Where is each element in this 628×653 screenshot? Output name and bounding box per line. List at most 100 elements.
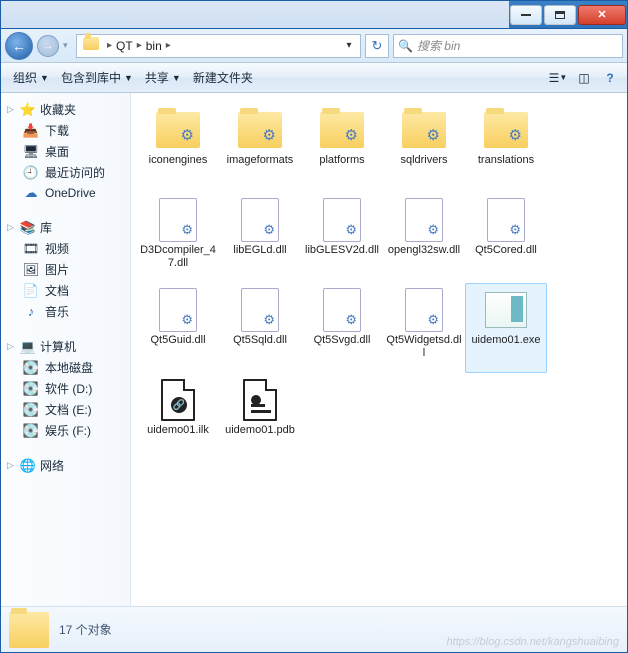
file-item[interactable]: ⚙translations [465,103,547,193]
sidebar-item-documents[interactable]: 📄文档 [3,280,128,301]
file-label: Qt5Svgd.dll [314,334,371,347]
maximize-button[interactable] [544,5,576,25]
file-item[interactable]: ⚙platforms [301,103,383,193]
address-dropdown[interactable]: ▾ [340,40,358,51]
share-button[interactable]: 共享▼ [139,66,187,89]
sidebar-item-drive-c[interactable]: 💽本地磁盘 [3,357,128,378]
star-icon: ⭐ [20,102,36,118]
file-icon: ⚙ [154,108,202,152]
file-label: uidemo01.exe [471,334,540,347]
file-icon [236,378,284,422]
sidebar-item-drive-e[interactable]: 💽文档 (E:) [3,399,128,420]
file-icon: ⚙ [236,288,284,332]
search-icon: 🔍 [398,39,413,53]
file-icon: 🔗 [154,378,202,422]
new-folder-button[interactable]: 新建文件夹 [187,66,259,89]
file-label: D3Dcompiler_47.dll [140,244,216,270]
sidebar-item-drive-d[interactable]: 💽软件 (D:) [3,378,128,399]
explorer-window: ✕ ← → ▾ ▸ QT ▸ bin ▸ ▾ ↻ 🔍 搜索 bin 组织▼ 包含… [0,0,628,653]
sidebar-network-head[interactable]: ▷🌐网络 [3,455,128,476]
sidebar-favorites-head[interactable]: ▷⭐收藏夹 [3,99,128,120]
file-icon: ⚙ [318,288,366,332]
file-icon: ⚙ [154,288,202,332]
sidebar-item-pictures[interactable]: 🖼图片 [3,259,128,280]
video-icon: 🎞 [23,241,39,257]
file-icon: ⚙ [482,198,530,242]
breadcrumb-seg[interactable]: bin [144,39,164,53]
organize-button[interactable]: 组织▼ [7,66,55,89]
nav-forward-button[interactable]: → [37,35,59,57]
body: ▷⭐收藏夹 📥下载 🖥桌面 🕘最近访问的 ☁OneDrive ▷📚库 🎞视频 🖼… [1,93,627,606]
title-spacer [1,1,509,28]
sidebar-item-music[interactable]: ♪音乐 [3,301,128,322]
file-label: Qt5Widgetsd.dll [386,334,462,360]
desktop-icon: 🖥 [23,144,39,160]
search-box[interactable]: 🔍 搜索 bin [393,34,623,58]
file-icon: ⚙ [318,198,366,242]
file-item[interactable]: ⚙ Qt5Guid.dll [137,283,219,373]
sidebar-item-downloads[interactable]: 📥下载 [3,120,128,141]
file-item[interactable]: ⚙Qt5Cored.dll [465,193,547,283]
file-icon [482,288,530,332]
music-icon: ♪ [23,304,39,320]
search-placeholder: 搜索 bin [417,37,460,54]
file-label: imageformats [227,154,294,167]
address-bar[interactable]: ▸ QT ▸ bin ▸ ▾ [76,34,361,58]
library-icon: 📚 [20,220,36,236]
file-item[interactable]: ⚙ libGLESV2d.dll [301,193,383,283]
navbar: ← → ▾ ▸ QT ▸ bin ▸ ▾ ↻ 🔍 搜索 bin [1,29,627,63]
folder-icon [9,612,49,648]
file-item[interactable]: ⚙imageformats [219,103,301,193]
file-item[interactable]: ⚙ Qt5Svgd.dll [301,283,383,373]
status-count: 17 个对象 [59,621,112,638]
download-icon: 📥 [23,123,39,139]
onedrive-icon: ☁ [23,185,39,201]
doc-icon: 📄 [23,283,39,299]
file-item[interactable]: 🔗uidemo01.ilk [137,373,219,463]
file-item[interactable]: uidemo01.exe [465,283,547,373]
file-item[interactable]: ⚙ Qt5Sqld.dll [219,283,301,373]
file-grid: ⚙iconengines⚙imageformats⚙platforms⚙sqld… [137,103,621,463]
pictures-icon: 🖼 [23,262,39,278]
minimize-button[interactable] [510,5,542,25]
file-label: platforms [319,154,364,167]
history-dropdown[interactable]: ▾ [63,40,72,51]
file-label: opengl32sw.dll [388,244,460,257]
breadcrumb-sep: ▸ [105,40,114,51]
view-options-button[interactable]: ☰▼ [547,67,569,89]
sidebar-item-drive-f[interactable]: 💽娱乐 (F:) [3,420,128,441]
titlebar: ✕ [1,1,627,29]
file-item[interactable]: uidemo01.pdb [219,373,301,463]
file-label: sqldrivers [400,154,447,167]
sidebar-libraries-head[interactable]: ▷📚库 [3,217,128,238]
file-label: translations [478,154,534,167]
sidebar-computer-head[interactable]: ▷💻计算机 [3,336,128,357]
computer-icon: 💻 [20,339,36,355]
file-item[interactable]: ⚙libEGLd.dll [219,193,301,283]
file-label: libGLESV2d.dll [305,244,379,257]
file-label: iconengines [149,154,208,167]
sidebar-item-desktop[interactable]: 🖥桌面 [3,141,128,162]
file-item[interactable]: ⚙Qt5Widgetsd.dll [383,283,465,373]
file-item[interactable]: ⚙opengl32sw.dll [383,193,465,283]
help-button[interactable]: ? [599,67,621,89]
sidebar-item-videos[interactable]: 🎞视频 [3,238,128,259]
breadcrumb-seg[interactable]: QT [114,39,135,53]
preview-pane-button[interactable]: ◫ [573,67,595,89]
file-item[interactable]: ⚙ iconengines [137,103,219,193]
file-item[interactable]: ⚙sqldrivers [383,103,465,193]
sidebar-item-onedrive[interactable]: ☁OneDrive [3,183,128,203]
file-label: Qt5Guid.dll [150,334,205,347]
folder-icon [83,37,101,55]
sidebar-item-recent[interactable]: 🕘最近访问的 [3,162,128,183]
nav-back-button[interactable]: ← [5,32,33,60]
file-label: Qt5Sqld.dll [233,334,287,347]
file-item[interactable]: ⚙D3Dcompiler_47.dll [137,193,219,283]
include-library-button[interactable]: 包含到库中▼ [55,66,139,89]
file-icon: ⚙ [400,288,448,332]
refresh-button[interactable]: ↻ [365,34,389,58]
file-pane[interactable]: ⚙iconengines⚙imageformats⚙platforms⚙sqld… [131,93,627,606]
close-button[interactable]: ✕ [578,5,626,25]
drive-icon: 💽 [23,360,39,376]
watermark-text: https://blog.csdn.net/kangshuaibing [447,636,619,648]
